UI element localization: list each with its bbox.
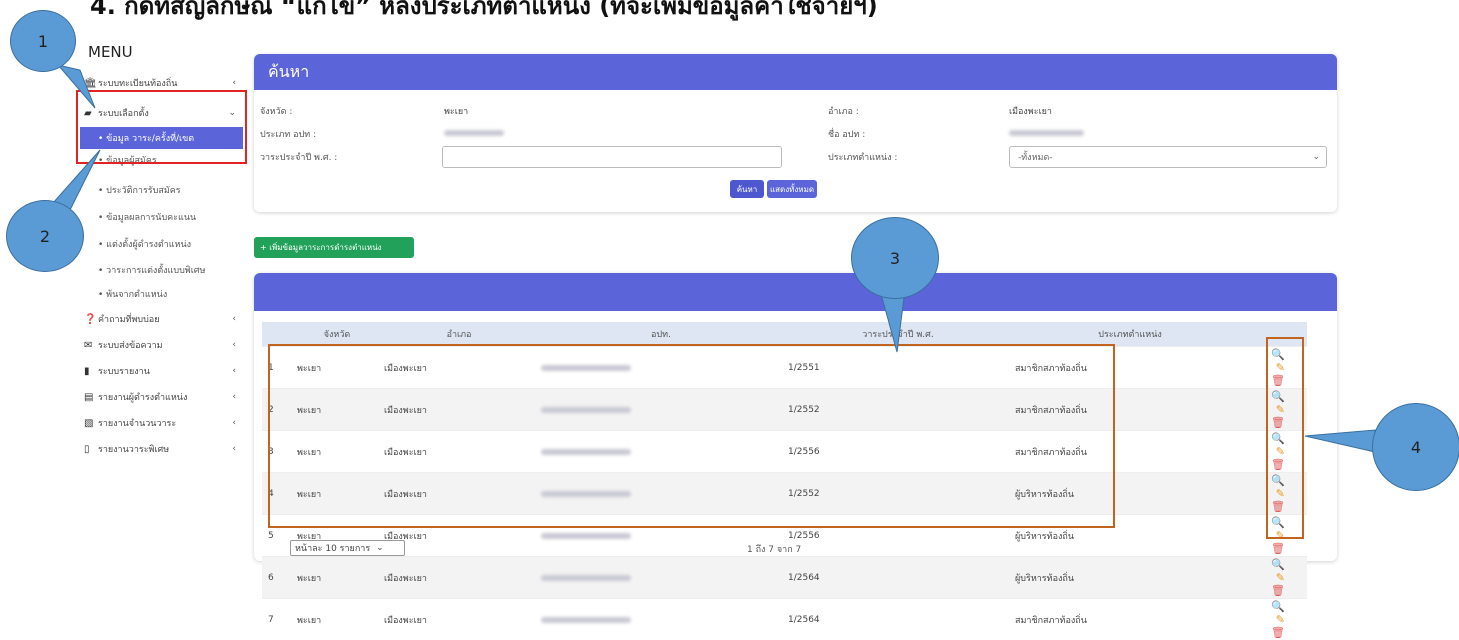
row-number: 7 [262,599,291,640]
callout-pointers [0,0,1459,561]
edit-icon[interactable]: ✎ [1276,571,1285,584]
delete-icon[interactable]: 🗑 [1271,626,1285,639]
row-term: 1/2564 [782,557,1009,599]
row-province: พะเยา [291,557,378,599]
callout-1-pointer [58,65,95,108]
row-org [535,557,782,599]
delete-icon[interactable]: 🗑 [1271,584,1285,597]
row-position-type: ผู้บริหารท้องถิ่น [1009,557,1246,599]
callout-4-pointer [1305,430,1375,452]
row-actions: 🔍✎🗑 [1246,557,1307,599]
org-name-blurred [541,575,631,581]
row-district: เมืองพะเยา [378,599,535,640]
callout-2: 2 [6,200,84,272]
row-district: เมืองพะเยา [378,557,535,599]
table-row: 7พะเยาเมืองพะเยา1/2564สมาชิกสภาท้องถิ่น🔍… [262,599,1307,640]
edit-icon[interactable]: ✎ [1276,613,1285,626]
row-actions: 🔍✎🗑 [1246,599,1307,640]
callout-3: 3 [851,217,939,299]
row-term: 1/2564 [782,599,1009,640]
view-icon[interactable]: 🔍 [1271,600,1285,613]
row-org [535,599,782,640]
callout-4: 4 [1372,403,1459,491]
table-row: 6พะเยาเมืองพะเยา 1/2564ผู้บริหารท้องถิ่น🔍… [262,557,1307,599]
callout-3-pointer [880,290,905,352]
row-province: พะเยา [291,599,378,640]
row-number: 6 [262,557,291,599]
callout-1: 1 [10,10,76,72]
row-position-type: สมาชิกสภาท้องถิ่น [1009,599,1246,640]
org-name-blurred [541,617,631,623]
